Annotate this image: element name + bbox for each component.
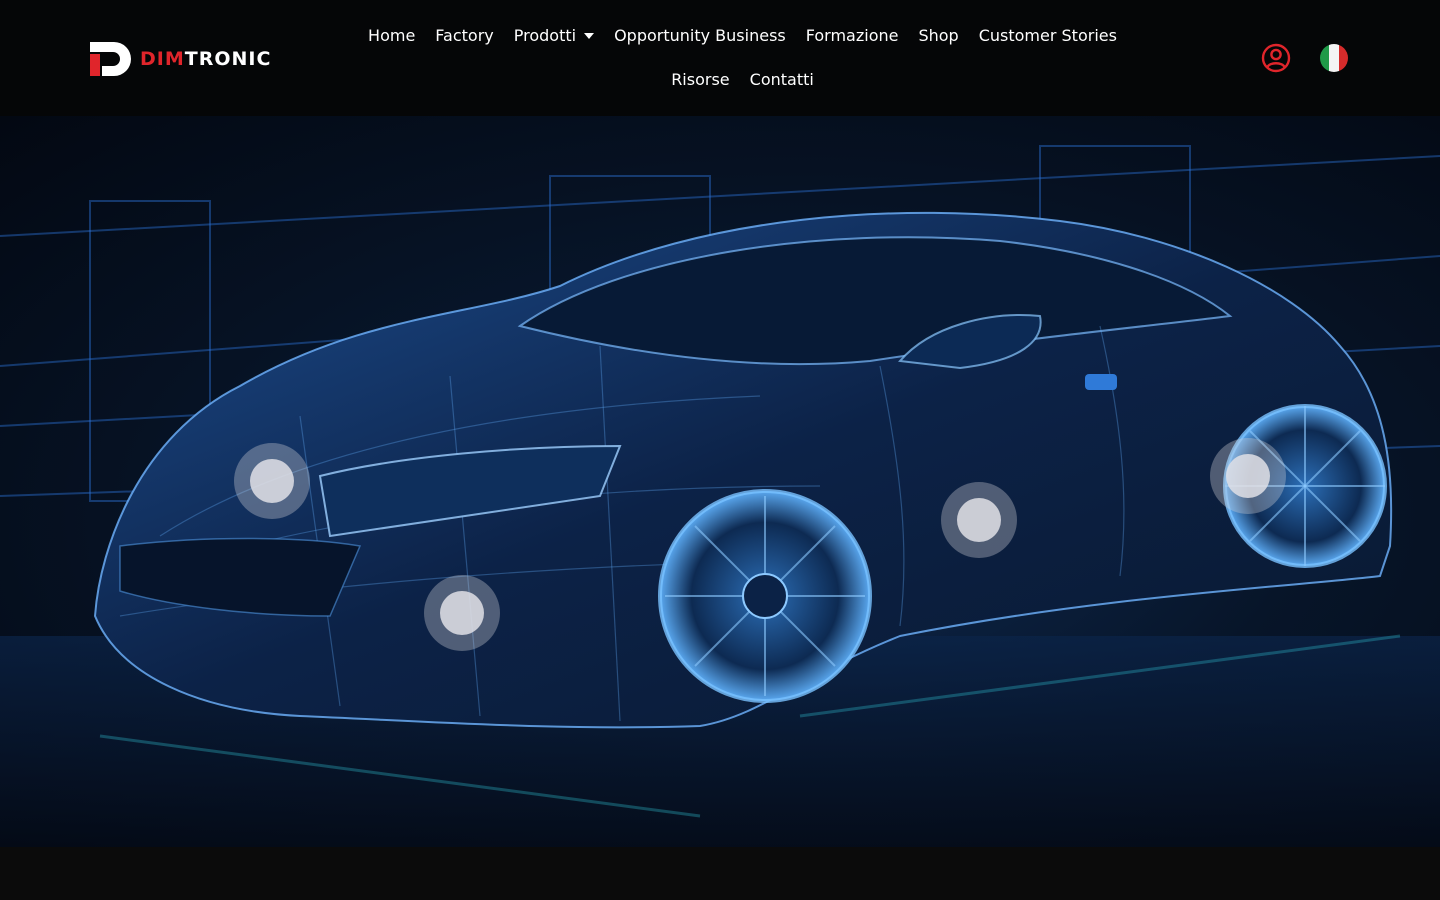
hotspot-front-light[interactable] (234, 443, 310, 519)
dimtronic-logo[interactable]: DIM TRONIC (88, 40, 308, 78)
logo-wordmark: DIM TRONIC (140, 48, 271, 70)
hotspot-front-light-dot (250, 459, 294, 503)
user-circle-icon[interactable] (1261, 43, 1291, 73)
nav-shop-label: Shop (918, 26, 959, 45)
hotspot-door-dot (957, 498, 1001, 542)
nav-opportunity-business-label: Opportunity Business (614, 26, 786, 45)
flag-red-stripe (1338, 44, 1348, 72)
hotspot-bumper-dot (440, 591, 484, 635)
hotspot-door[interactable] (941, 482, 1017, 558)
hotspot-rear-wheel-dot (1226, 454, 1270, 498)
main-navigation: Home Factory Prodotti Opportunity Busine… (355, 14, 1130, 102)
caret-down-icon (584, 33, 595, 39)
logo-text-dim: DIM (140, 48, 185, 70)
nav-customer-stories-label: Customer Stories (978, 26, 1117, 45)
nav-formazione[interactable]: Formazione (796, 14, 909, 58)
nav-contatti[interactable]: Contatti (740, 58, 824, 102)
nav-prodotti[interactable]: Prodotti (504, 14, 604, 58)
nav-shop[interactable]: Shop (908, 14, 968, 58)
italy-flag-icon[interactable] (1320, 44, 1348, 72)
flag-white-stripe (1329, 44, 1339, 72)
nav-factory[interactable]: Factory (425, 14, 503, 58)
nav-home[interactable]: Home (358, 14, 425, 58)
hotspot-bumper[interactable] (424, 575, 500, 651)
section-below-hero (0, 847, 1440, 900)
nav-customer-stories[interactable]: Customer Stories (969, 14, 1127, 58)
nav-risorse-label: Risorse (671, 70, 730, 89)
nav-formazione-label: Formazione (805, 26, 899, 45)
nav-prodotti-label: Prodotti (513, 26, 577, 45)
nav-risorse[interactable]: Risorse (661, 58, 739, 102)
logo-text-tronic: TRONIC (184, 48, 272, 70)
logo-mark-icon (90, 42, 131, 76)
site-header: DIM TRONIC Home Factory Prodotti Opportu… (0, 0, 1440, 116)
nav-opportunity-business[interactable]: Opportunity Business (604, 14, 796, 58)
hotspot-rear-wheel[interactable] (1210, 438, 1286, 514)
nav-contatti-label: Contatti (749, 70, 814, 89)
hero-banner (0, 116, 1440, 847)
nav-home-label: Home (368, 26, 416, 45)
nav-factory-label: Factory (435, 26, 494, 45)
flag-green-stripe (1320, 44, 1330, 72)
